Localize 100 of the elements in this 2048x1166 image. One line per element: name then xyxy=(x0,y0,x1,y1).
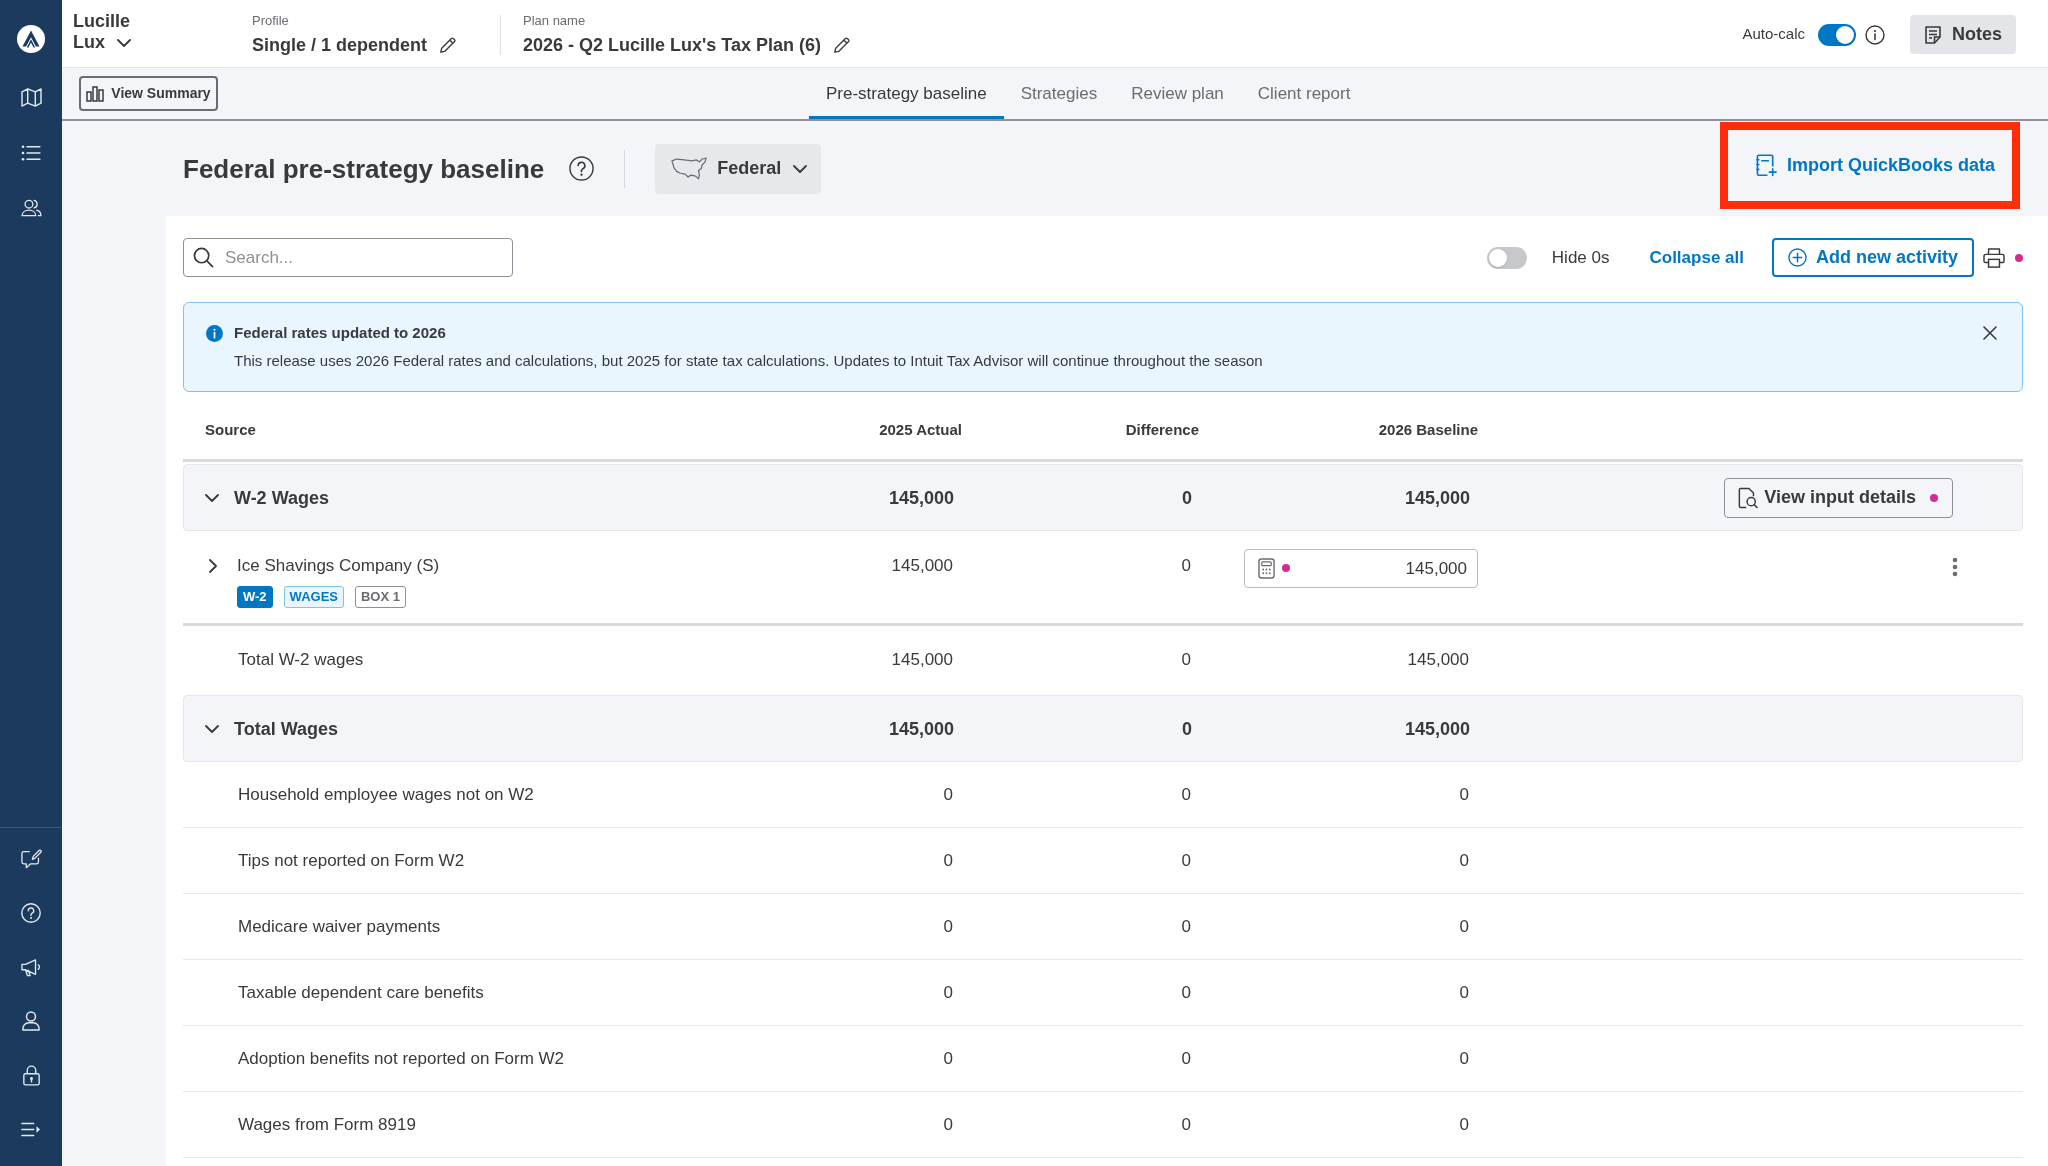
column-header: Difference xyxy=(1125,421,1199,440)
column-header: 2025 Actual xyxy=(879,421,962,440)
field-value: 2026 - Q2 Lucille Lux's Tax Plan (6) xyxy=(523,34,822,57)
view-input-details-button[interactable]: View input details xyxy=(1724,477,1953,518)
amount-value: 0 xyxy=(1181,1047,1191,1070)
close-icon[interactable] xyxy=(1983,326,1997,340)
row-label: Wages from Form 8919 xyxy=(238,1113,416,1136)
document-search-icon xyxy=(1738,486,1759,509)
amount-value: 145,000 xyxy=(888,486,954,510)
row-label: Household employee wages not on W2 xyxy=(238,783,534,806)
bar-chart-icon xyxy=(86,85,105,102)
row-label: Total W-2 wages xyxy=(238,649,364,671)
row-label: Tips not reported on Form W2 xyxy=(238,849,465,872)
page-title: Federal pre-strategy baseline xyxy=(183,152,545,185)
row-label: Adoption benefits not reported on Form W2 xyxy=(238,1047,564,1070)
info-icon xyxy=(206,325,223,342)
tab[interactable]: Strategies xyxy=(1003,68,1115,119)
map-icon[interactable] xyxy=(20,88,42,107)
amount-input[interactable]: 145,000 xyxy=(1244,549,1478,588)
amount-value: 145,000 xyxy=(891,649,953,671)
amount-value: 0 xyxy=(1459,1113,1469,1136)
chevron-down-icon[interactable] xyxy=(793,164,808,173)
calculator-icon[interactable] xyxy=(1258,558,1275,579)
people-icon[interactable] xyxy=(20,198,42,217)
tab[interactable]: Review plan xyxy=(1114,68,1241,119)
amount-value: 145,000 xyxy=(1404,486,1470,510)
client-name[interactable]: Lucille xyxy=(73,11,130,32)
amount-value: 0 xyxy=(1182,717,1192,741)
amount-value: 0 xyxy=(1181,1113,1191,1136)
auto-calc-toggle[interactable] xyxy=(1818,23,1856,46)
more-options-icon[interactable] xyxy=(1952,557,1958,577)
chevron-down-icon[interactable] xyxy=(117,38,131,47)
pencil-icon[interactable] xyxy=(833,36,852,54)
document-plus-icon xyxy=(1755,154,1777,177)
amount-value: 0 xyxy=(1181,981,1191,1004)
row-label: Medicare waiver payments xyxy=(238,915,441,938)
category-tag: BOX 1 xyxy=(355,586,406,608)
speech-bubble-pencil-icon[interactable] xyxy=(20,849,42,869)
column-header: 2026 Baseline xyxy=(1378,421,1478,440)
amount-value: 0 xyxy=(1459,849,1469,872)
group-row[interactable]: Total Wages 145,000 0 145,000 xyxy=(183,695,2023,762)
chevron-down-icon[interactable] xyxy=(205,724,219,733)
plus-circle-icon xyxy=(1787,248,1807,267)
amount-value: 0 xyxy=(1459,783,1469,806)
banner-title: Federal rates updated to 2026 xyxy=(234,323,446,343)
search-field[interactable]: Search... xyxy=(183,238,513,277)
amount-value: 0 xyxy=(943,783,953,806)
amount-value: 145,000 xyxy=(1404,717,1470,741)
group-title: Total Wages xyxy=(234,717,338,741)
banner-message: This release uses 2026 Federal rates and calculations, but 2025 for state tax calculations. Updates to Intuit Tax Advisor will continue throughout the season xyxy=(234,351,1263,371)
info-icon[interactable] xyxy=(1865,24,1885,45)
list-icon[interactable] xyxy=(21,144,41,161)
megaphone-icon[interactable] xyxy=(21,957,41,977)
row-label: Ice Shavings Company (S) xyxy=(237,555,440,577)
logo-icon[interactable] xyxy=(17,25,45,53)
help-icon[interactable] xyxy=(569,156,595,181)
hide-zeros-toggle[interactable] xyxy=(1486,246,1527,269)
note-icon xyxy=(1924,25,1942,44)
field-value: Single / 1 dependent xyxy=(252,34,428,57)
row-label: Taxable dependent care benefits xyxy=(238,981,484,1004)
category-tag: W-2 xyxy=(237,586,273,608)
amount-value: 0 xyxy=(1181,783,1191,806)
notes-button[interactable]: Notes xyxy=(1910,15,2016,54)
view-summary-button[interactable]: View Summary xyxy=(79,76,218,111)
menu-arrow-icon[interactable] xyxy=(21,1121,41,1137)
group-row[interactable]: W-2 Wages 145,000 0 145,000 View input details xyxy=(183,464,2023,531)
import-quickbooks-button[interactable]: Import QuickBooks data xyxy=(1755,152,1995,179)
user-icon[interactable] xyxy=(22,1011,40,1031)
amount-value: 0 xyxy=(943,1047,953,1070)
amount-value: 0 xyxy=(1181,555,1191,577)
group-title: W-2 Wages xyxy=(234,486,329,510)
field-label: Profile xyxy=(252,13,289,29)
country-map-icon xyxy=(671,156,708,181)
amount-value: 0 xyxy=(943,1113,953,1136)
add-activity-button[interactable]: Add new activity xyxy=(1771,238,1974,277)
hide-zeros-label: Hide 0s xyxy=(1551,246,1610,269)
printer-icon[interactable] xyxy=(1983,247,2005,268)
client-name[interactable]: Lux xyxy=(73,32,105,53)
amount-value: 0 xyxy=(1182,486,1192,510)
amount-value: 0 xyxy=(1459,1047,1469,1070)
pencil-icon[interactable] xyxy=(439,36,458,54)
lock-icon[interactable] xyxy=(22,1064,40,1086)
amount-value: 0 xyxy=(1181,849,1191,872)
amount-value: 0 xyxy=(943,849,953,872)
chevron-right-icon[interactable] xyxy=(209,559,217,573)
field-label: Plan name xyxy=(523,13,586,29)
search-icon xyxy=(193,247,214,268)
amount-value: 145,000 xyxy=(1407,649,1469,671)
amount-value: 0 xyxy=(1181,915,1191,938)
amount-value: 0 xyxy=(943,915,953,938)
amount-value: 0 xyxy=(943,981,953,1004)
amount-value: 145,000 xyxy=(891,555,953,577)
tab[interactable]: Client report xyxy=(1240,68,1368,119)
amount-value: 0 xyxy=(1181,649,1191,671)
jurisdiction-dropdown[interactable]: Federal xyxy=(655,143,822,194)
auto-calc-label: Auto-calc xyxy=(1742,24,1805,45)
amount-value: 0 xyxy=(1459,915,1469,938)
collapse-all-link[interactable]: Collapse all xyxy=(1649,244,1744,271)
chevron-down-icon[interactable] xyxy=(205,493,219,502)
category-tag: WAGES xyxy=(283,586,344,608)
